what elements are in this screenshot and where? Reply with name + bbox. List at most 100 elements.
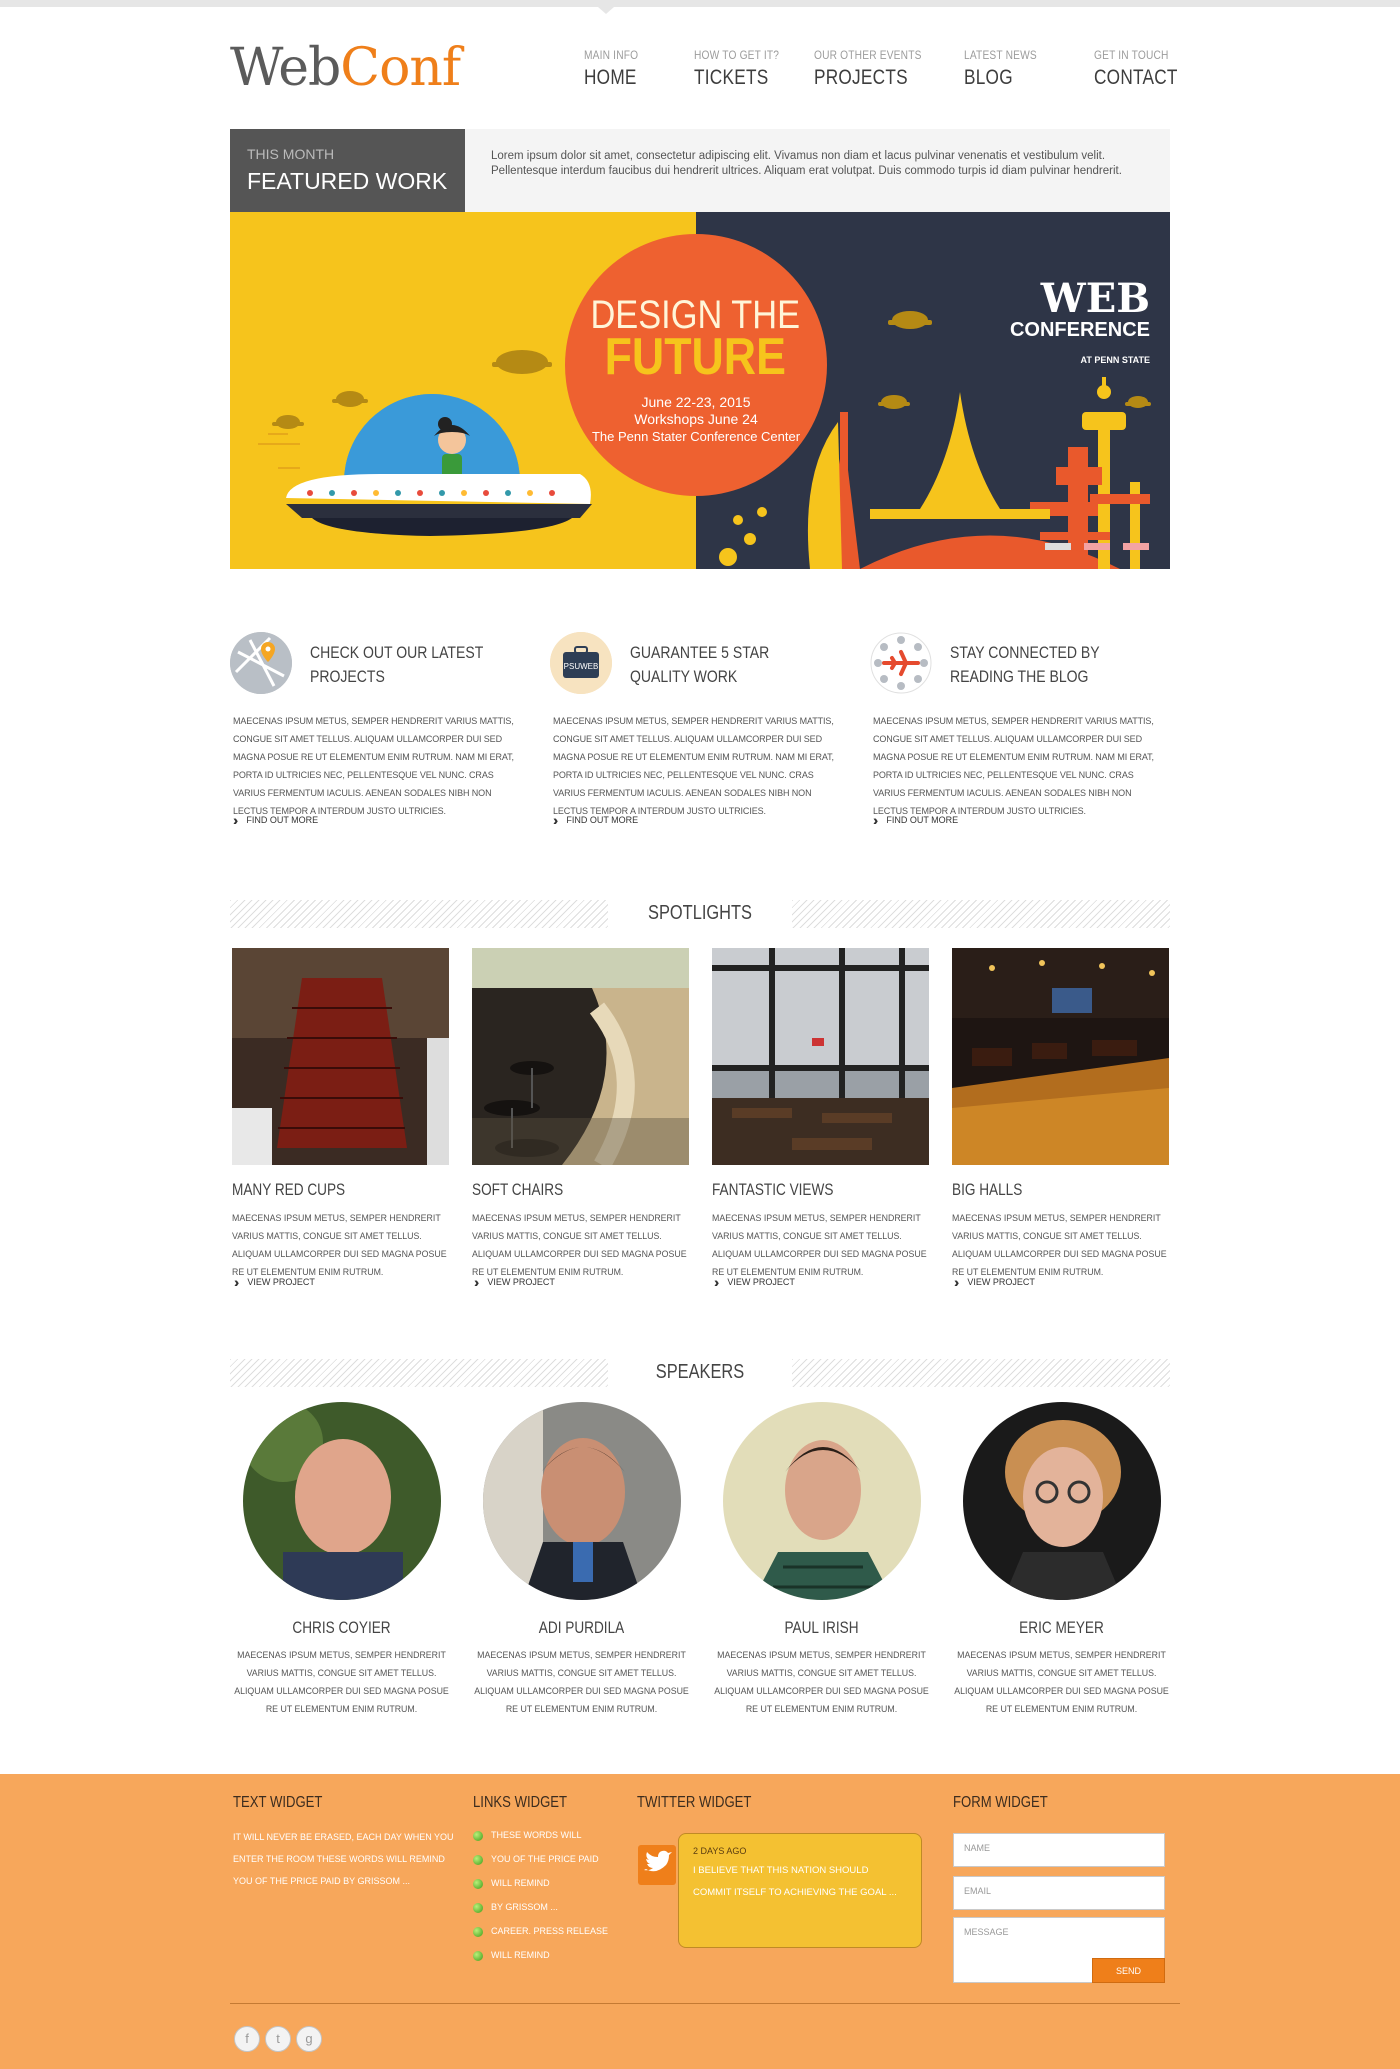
footer-link[interactable]: These words will: [473, 1830, 582, 1841]
featured-description: Lorem ipsum dolor sit amet, consectetur …: [465, 129, 1170, 212]
nav-tickets[interactable]: How to get it? Tickets: [694, 48, 794, 98]
double-chevron-icon: ››: [714, 1274, 721, 1290]
double-chevron-icon: ››: [474, 1274, 481, 1290]
bullet-icon: [473, 1950, 483, 1961]
spotlight-text: Maecenas ipsum metus, semper hendrerit v…: [472, 1213, 687, 1277]
facebook-icon[interactable]: f: [234, 2026, 260, 2052]
nav-blog-sub: Latest news: [964, 48, 1037, 62]
feature-title: Check out our latest projects: [310, 644, 484, 686]
footer-divider: [230, 2003, 1180, 2004]
twitter-bird-icon[interactable]: [638, 1845, 676, 1885]
tweet-message: I believe that this nation should commit…: [693, 1865, 897, 1898]
speaker-bio: Maecenas ipsum metus, semper hendrerit v…: [234, 1650, 449, 1714]
nav-home[interactable]: Main info Home: [584, 48, 648, 98]
nav-contact-label: Contact: [1094, 66, 1178, 89]
google-plus-icon[interactable]: g: [296, 2026, 322, 2052]
find-out-more-link[interactable]: ›› Find out more: [233, 812, 318, 828]
spotlight-text: Maecenas ipsum metus, semper hendrerit v…: [952, 1213, 1167, 1277]
nav-contact-sub: Get in touch: [1094, 48, 1169, 62]
speaker-name: Eric Meyer: [1019, 1618, 1104, 1637]
logo-part-web: Web: [230, 38, 341, 98]
bullet-icon: [473, 1902, 483, 1913]
double-chevron-icon: ››: [234, 1274, 241, 1290]
footer-link[interactable]: Career. Press release: [473, 1926, 608, 1937]
bullet-icon: [473, 1926, 483, 1937]
twitter-widget-title: Twitter widget: [637, 1794, 752, 1811]
spotlight-image[interactable]: [712, 948, 929, 1165]
email-field[interactable]: Email: [953, 1876, 1165, 1910]
double-chevron-icon: ››: [954, 1274, 961, 1290]
svg-text:PSUWEB: PSUWEB: [564, 662, 599, 671]
banner-at: AT PENN STATE: [1081, 355, 1151, 365]
bullet-icon: [473, 1878, 483, 1889]
banner-conference: CONFERENCE: [1010, 319, 1150, 341]
nav-projects-sub: Our other events: [814, 48, 922, 62]
text-widget-title: Text widget: [233, 1794, 323, 1811]
banner-date1: June 22-23, 2015: [642, 394, 751, 410]
view-project-link[interactable]: ›› View project: [234, 1274, 315, 1290]
footer-link[interactable]: will remind: [473, 1878, 550, 1889]
spotlights-title: Spotlights: [648, 902, 752, 924]
spotlight-image[interactable]: [952, 948, 1169, 1165]
feature-text: Maecenas ipsum metus, semper hendrerit v…: [873, 716, 1154, 816]
footer-link[interactable]: by Grissom ...: [473, 1902, 558, 1913]
speaker-card: Paul Irish Maecenas ipsum metus, semper …: [709, 1402, 934, 1718]
feature-text: Maecenas ipsum metus, semper hendrerit v…: [553, 716, 834, 816]
bullet-icon: [473, 1854, 483, 1865]
speakers-title: Speakers: [655, 1361, 745, 1383]
site-logo[interactable]: WebConf: [230, 38, 461, 98]
footer-link[interactable]: will remind: [473, 1950, 550, 1961]
banner-date2: Workshops June 24: [634, 411, 758, 427]
speakers-heading: Speakers: [230, 1359, 1170, 1387]
spotlight-image[interactable]: [232, 948, 449, 1165]
nav-blog[interactable]: Latest news Blog: [964, 48, 1050, 98]
map-pin-icon: [230, 632, 292, 694]
text-widget-body: It will never be erased, each day when y…: [233, 1832, 454, 1886]
featured-title: Featured Work: [247, 168, 448, 194]
find-out-more-link[interactable]: ›› Find out more: [873, 812, 958, 828]
feature-title: Guarantee 5 star quality work: [630, 644, 770, 686]
spotlight-text: Maecenas ipsum metus, semper hendrerit v…: [712, 1213, 927, 1277]
speaker-photo[interactable]: [722, 1402, 921, 1600]
find-out-more-link[interactable]: ›› Find out more: [553, 812, 638, 828]
nav-blog-label: Blog: [964, 66, 1013, 89]
links-widget-title: Links widget: [473, 1794, 568, 1811]
speaker-card: Eric Meyer Maecenas ipsum metus, semper …: [949, 1402, 1174, 1718]
speaker-photo[interactable]: [242, 1402, 441, 1600]
speaker-photo[interactable]: [962, 1402, 1161, 1600]
nav-home-sub: Main info: [584, 48, 639, 62]
speaker-bio: Maecenas ipsum metus, semper hendrerit v…: [474, 1650, 689, 1714]
nav-contact[interactable]: Get in touch Contact: [1094, 48, 1196, 98]
view-project-link[interactable]: ›› View project: [474, 1274, 555, 1290]
bullet-icon: [473, 1830, 483, 1841]
twitter-icon[interactable]: t: [265, 2026, 291, 2052]
nav-tickets-sub: How to get it?: [694, 48, 780, 62]
footer-link[interactable]: you of the price paid: [473, 1854, 599, 1865]
banner-web: WEB: [1040, 275, 1150, 322]
banner-line2: FUTURE: [605, 328, 786, 386]
name-field[interactable]: Name: [953, 1833, 1165, 1867]
spotlight-title: Soft chairs: [472, 1180, 564, 1199]
double-chevron-icon: ››: [233, 812, 240, 828]
speaker-card: Chris Coyier Maecenas ipsum metus, sempe…: [229, 1402, 454, 1718]
speaker-name: Adi Purdila: [538, 1618, 625, 1637]
airplane-icon: [870, 632, 932, 694]
speaker-photo[interactable]: [482, 1402, 681, 1600]
top-bar: [0, 0, 1400, 14]
spotlights-heading: Spotlights: [230, 900, 1170, 928]
spotlight-title: Big halls: [952, 1180, 1023, 1199]
send-button[interactable]: Send: [1092, 1958, 1165, 1983]
speaker-name: Chris Coyier: [292, 1618, 391, 1637]
spotlight-image[interactable]: [472, 948, 689, 1165]
banner-venue: The Penn Stater Conference Center: [592, 429, 801, 444]
featured-kicker: This month: [247, 146, 335, 162]
double-chevron-icon: ››: [873, 812, 880, 828]
double-chevron-icon: ››: [553, 812, 560, 828]
view-project-link[interactable]: ›› View project: [714, 1274, 795, 1290]
hero-banner: DESIGN THE FUTURE June 22-23, 2015 Works…: [230, 212, 1170, 569]
speaker-card: Adi Purdila Maecenas ipsum metus, semper…: [469, 1402, 694, 1718]
view-project-link[interactable]: ›› View project: [954, 1274, 1035, 1290]
spotlight-title: Fantastic views: [712, 1180, 834, 1199]
nav-tickets-label: Tickets: [694, 66, 769, 89]
nav-projects[interactable]: Our other events Projects: [814, 48, 941, 98]
